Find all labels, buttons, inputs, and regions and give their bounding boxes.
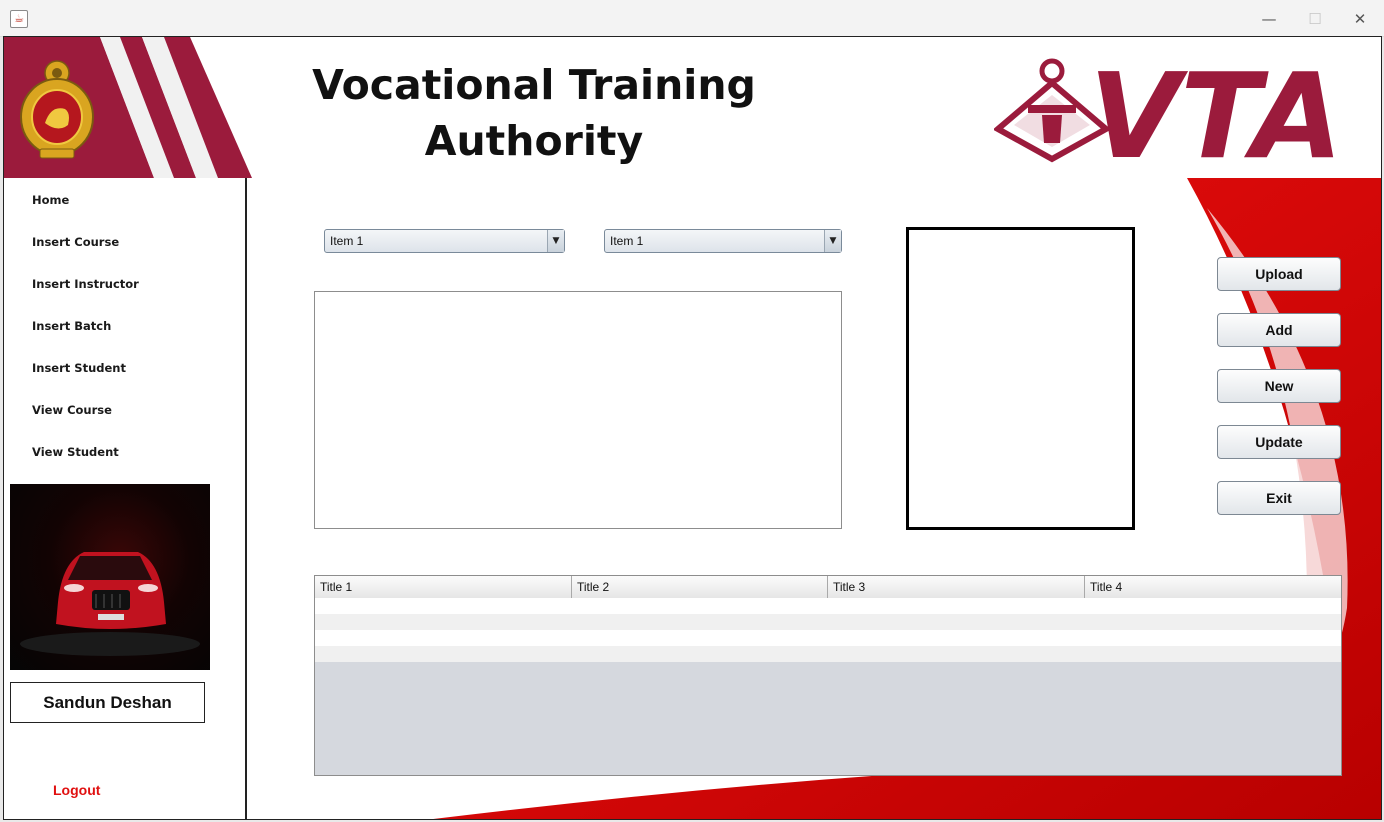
user-name-label: Sandun Deshan (10, 682, 205, 723)
exit-button[interactable]: Exit (1217, 481, 1341, 515)
chevron-down-icon[interactable]: ▼ (547, 230, 564, 252)
vta-logo: VTA (994, 57, 1343, 165)
sidebar: Home Insert Course Insert Instructor Ins… (4, 178, 247, 819)
sri-lanka-emblem-icon (20, 60, 94, 159)
table-row[interactable] (315, 630, 1341, 646)
photo-preview-box (906, 227, 1135, 530)
course-combo-value: Item 1 (330, 234, 364, 248)
main-panel: Item 1 ▼ Item 1 ▼ Upload Add New Update … (247, 178, 1381, 819)
maximize-button[interactable]: ☐ (1292, 5, 1338, 33)
sidebar-item-view-student[interactable]: View Student (32, 445, 119, 459)
vta-logo-text: VTA (1089, 57, 1343, 165)
table-column-header[interactable]: Title 3 (828, 576, 1085, 598)
table-header: Title 1 Title 2 Title 3 Title 4 (315, 576, 1341, 599)
app-window: Vocational Training Authority Baddegama … (3, 36, 1382, 820)
data-table[interactable]: Title 1 Title 2 Title 3 Title 4 (314, 575, 1342, 776)
table-row[interactable] (315, 614, 1341, 630)
table-column-header[interactable]: Title 4 (1085, 576, 1341, 598)
minimize-button[interactable]: — (1246, 5, 1292, 33)
table-row[interactable] (315, 598, 1341, 614)
header-banner: Vocational Training Authority Baddegama … (4, 37, 1381, 180)
table-row[interactable] (315, 646, 1341, 662)
banner-title: Vocational Training Authority Baddegama … (224, 57, 844, 178)
banner-title-line1: Vocational Training Authority (312, 61, 756, 165)
course-combo[interactable]: Item 1 ▼ (324, 229, 565, 253)
details-text-area[interactable] (314, 291, 842, 529)
java-icon: ☕ (10, 10, 28, 28)
batch-combo[interactable]: Item 1 ▼ (604, 229, 842, 253)
sidebar-item-insert-student[interactable]: Insert Student (32, 361, 126, 375)
chevron-down-icon[interactable]: ▼ (824, 230, 841, 252)
sidebar-item-view-course[interactable]: View Course (32, 403, 112, 417)
sidebar-item-insert-course[interactable]: Insert Course (32, 235, 119, 249)
table-column-header[interactable]: Title 1 (315, 576, 572, 598)
sidebar-item-insert-batch[interactable]: Insert Batch (32, 319, 111, 333)
sidebar-item-home[interactable]: Home (32, 193, 69, 207)
upload-button[interactable]: Upload (1217, 257, 1341, 291)
batch-combo-value: Item 1 (610, 234, 644, 248)
update-button[interactable]: Update (1217, 425, 1341, 459)
window-titlebar: ☕ — ☐ ✕ (0, 0, 1384, 37)
add-button[interactable]: Add (1217, 313, 1341, 347)
new-button[interactable]: New (1217, 369, 1341, 403)
logout-link[interactable]: Logout (53, 782, 100, 798)
sidebar-item-insert-instructor[interactable]: Insert Instructor (32, 277, 139, 291)
table-column-header[interactable]: Title 2 (572, 576, 828, 598)
close-button[interactable]: ✕ (1337, 5, 1383, 33)
profile-car-image (10, 484, 210, 670)
